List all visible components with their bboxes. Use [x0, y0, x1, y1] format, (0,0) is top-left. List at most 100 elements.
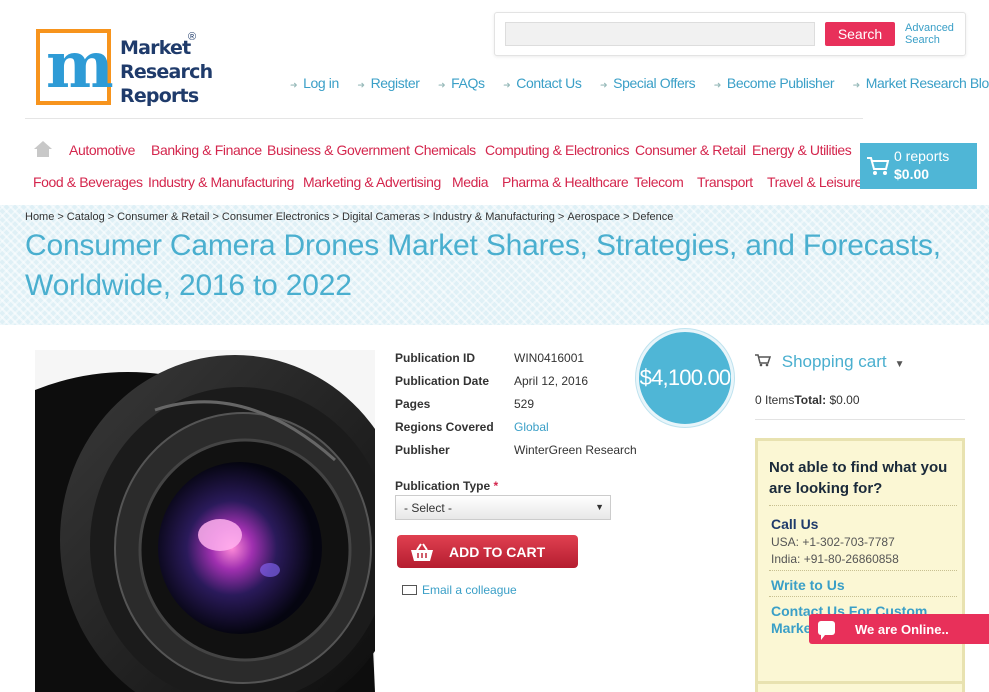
camera-lens-image	[35, 350, 375, 692]
category-media[interactable]: Media	[452, 174, 489, 190]
call-us-heading: Call Us	[771, 516, 819, 532]
live-chat-label: We are Online..	[855, 622, 949, 637]
home-icon[interactable]	[34, 141, 52, 157]
detail-label: Publisher	[395, 443, 450, 457]
help-question: Not able to find what you are looking fo…	[769, 459, 948, 497]
advanced-search-line-1: Advanced	[905, 22, 954, 34]
category-computing-electronics[interactable]: Computing & Electronics	[485, 142, 629, 158]
detail-label: Publication Date	[395, 374, 490, 388]
category-business-government[interactable]: Business & Government	[267, 142, 410, 158]
secondary-side-box	[755, 681, 965, 692]
phone-india: India: +91-80-26860858	[771, 552, 899, 566]
logo-line-1: Market	[120, 37, 191, 59]
category-consumer-retail[interactable]: Consumer & Retail	[635, 142, 746, 158]
search-panel: Search Advanced Search	[494, 12, 966, 56]
toplink-register[interactable]: ➜ Register	[357, 75, 419, 91]
email-colleague-label: Email a colleague	[422, 583, 517, 597]
header-cart[interactable]: 0 reports $0.00	[860, 143, 977, 189]
breadcrumb-home[interactable]: Home	[25, 211, 54, 223]
detail-value: April 12, 2016	[514, 374, 589, 388]
page-title: Consumer Camera Drones Market Shares, St…	[25, 229, 941, 302]
category-telecom[interactable]: Telecom	[634, 174, 684, 190]
shopping-cart-summary: 0 ItemsTotal: $0.00	[755, 393, 860, 407]
category-food-beverages[interactable]: Food & Beverages	[33, 174, 143, 190]
page: m Market Research Reports ® Search Advan…	[0, 0, 989, 692]
shopping-cart-heading[interactable]: Shopping cart ▼	[755, 352, 905, 372]
cart-icon	[755, 352, 776, 371]
phone-usa: USA: +1-302-703-7787	[771, 535, 895, 549]
detail-value: WIN0416001	[514, 351, 585, 365]
category-travel-leisure[interactable]: Travel & Leisure	[767, 174, 862, 190]
category-automotive[interactable]: Automotive	[69, 142, 135, 158]
write-to-us-link[interactable]: Write to Us	[771, 577, 845, 593]
detail-label: Pages	[395, 397, 431, 411]
toplink-label: Special Offers	[613, 75, 696, 91]
detail-value: 529	[514, 397, 535, 411]
breadcrumb-aerospace[interactable]: Aerospace	[567, 211, 620, 223]
site-logo[interactable]: m Market Research Reports ®	[36, 29, 236, 109]
search-input[interactable]	[505, 22, 815, 46]
price-badge: $4,100.00	[636, 329, 734, 427]
shopping-cart-title: Shopping cart	[781, 352, 887, 371]
logo-mark: m	[46, 28, 114, 103]
cart-icon	[867, 157, 890, 175]
publication-type-select[interactable]: - Select - ▼	[395, 495, 611, 520]
cart-total-value: $0.00	[829, 393, 860, 407]
toplink-label: Market Research Blog	[865, 75, 989, 91]
dropdown-caret-icon: ▼	[595, 502, 604, 512]
category-pharma-healthcare[interactable]: Pharma & Healthcare	[502, 174, 629, 190]
logo-mark-box: m	[36, 28, 114, 105]
breadcrumb-catalog[interactable]: Catalog	[67, 211, 105, 223]
toplink-label: FAQs	[451, 75, 485, 91]
category-chemicals[interactable]: Chemicals	[414, 142, 476, 158]
category-marketing-advertising[interactable]: Marketing & Advertising	[303, 174, 441, 190]
advanced-search-line-2: Search	[905, 34, 940, 46]
breadcrumb-consumer-retail[interactable]: Consumer & Retail	[117, 211, 209, 223]
breadcrumb-industry-manufacturing[interactable]: Industry & Manufacturing	[433, 211, 555, 223]
breadcrumb-defence[interactable]: Defence	[632, 211, 673, 223]
toplink-login[interactable]: ➜ Log in	[290, 75, 339, 91]
toplink-faqs[interactable]: ➜ FAQs	[438, 75, 485, 91]
live-chat-button[interactable]: We are Online..	[809, 614, 989, 644]
cart-divider	[755, 419, 965, 420]
help-divider	[769, 570, 957, 571]
publication-type-label: Publication Type *	[395, 479, 498, 493]
toplink-label: Register	[370, 75, 420, 91]
advanced-search-link[interactable]: Advanced Search	[905, 22, 954, 46]
product-image	[35, 350, 375, 692]
toplink-blog[interactable]: ➜ Market Research Blog	[853, 75, 989, 91]
category-transport[interactable]: Transport	[697, 174, 753, 190]
detail-value-link[interactable]: Global	[514, 420, 549, 434]
help-divider	[769, 596, 957, 597]
category-industry-manufacturing[interactable]: Industry & Manufacturing	[148, 174, 294, 190]
detail-label: Regions Covered	[395, 420, 494, 434]
publication-type-text: Publication Type	[395, 479, 491, 493]
arrow-icon: ➜	[852, 80, 861, 90]
cart-total: $0.00	[894, 166, 930, 182]
breadcrumb-digital-cameras[interactable]: Digital Cameras	[342, 211, 420, 223]
detail-value: WinterGreen Research	[514, 443, 637, 457]
logo-wordmark: Market Research Reports	[120, 36, 213, 108]
arrow-icon: ➜	[599, 80, 608, 90]
arrow-icon: ➜	[713, 80, 722, 90]
category-energy-utilities[interactable]: Energy & Utilities	[752, 142, 852, 158]
toplink-label: Log in	[303, 75, 339, 91]
envelope-icon	[402, 585, 417, 595]
toplink-become-publisher[interactable]: ➜ Become Publisher	[713, 75, 835, 91]
email-colleague-link[interactable]: Email a colleague	[402, 583, 517, 597]
toplink-special-offers[interactable]: ➜ Special Offers	[599, 75, 696, 91]
chat-bubble-icon	[818, 621, 835, 640]
arrow-icon: ➜	[438, 80, 446, 90]
logo-line-3: Reports	[120, 85, 199, 107]
toplink-label: Become Publisher	[726, 75, 835, 91]
category-banking-finance[interactable]: Banking & Finance	[151, 142, 262, 158]
arrow-icon: ➜	[503, 80, 511, 90]
logo-registered: ®	[188, 31, 197, 43]
required-marker: *	[493, 479, 499, 493]
toplink-contact[interactable]: ➜ Contact Us	[503, 75, 582, 91]
breadcrumb-consumer-electronics[interactable]: Consumer Electronics	[222, 211, 330, 223]
detail-label: Publication ID	[395, 351, 476, 365]
toplink-label: Contact Us	[516, 75, 582, 91]
add-to-cart-button[interactable]: ADD TO CART	[397, 535, 578, 568]
search-button[interactable]: Search	[825, 22, 895, 46]
